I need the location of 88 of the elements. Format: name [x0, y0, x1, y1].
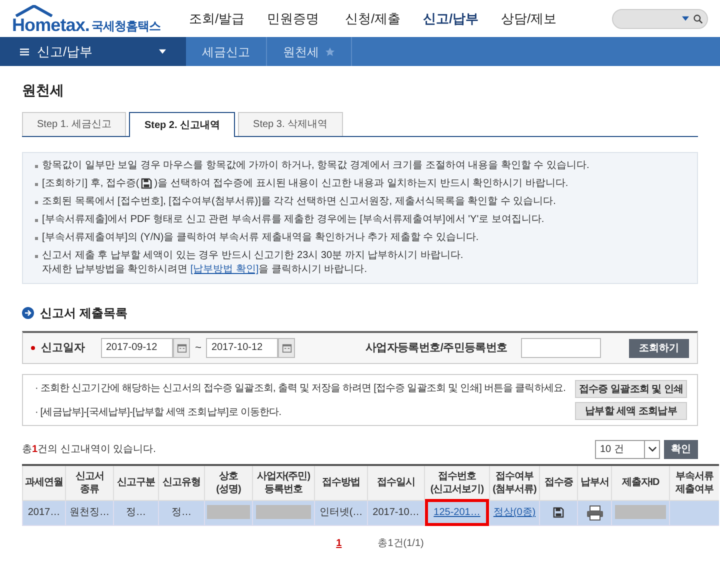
search-field[interactable]: [612, 8, 708, 28]
calendar-button[interactable]: [173, 338, 190, 358]
nav-link[interactable]: 상담/제보: [501, 8, 579, 28]
info-text: 조회된 목록에서 [접수번호], [접수여부(첨부서류)]를 각각 선택하면 신고서원장, 제출서식목록을 확인할 수 있습니다.: [42, 195, 556, 209]
chevron-icon: [648, 446, 656, 452]
info-text: )을 선택하여 접수증에 표시된 내용이 신고한 내용과 일치하는지 반드시 확인하시기 바랍니다.: [154, 177, 568, 191]
column-header: 접수증: [540, 465, 578, 500]
table-cell: 정…: [126, 507, 146, 518]
column-header: 신고서 종류: [66, 465, 114, 500]
logo-text: Hometax.: [12, 16, 90, 34]
page-link[interactable]: 1: [336, 536, 342, 550]
column-header: 접수번호 (신고서보기): [424, 465, 490, 500]
bullet-icon: [35, 255, 38, 258]
nav-link[interactable]: 신청/제출: [345, 8, 423, 28]
info-text: [부속서류제출]에서 PDF 형태로 신고 관련 부속서류를 제출한 경우에는 [부속서류제출여부]에서 'Y'로 보여집니다.: [42, 213, 544, 227]
tab[interactable]: Step 2. 신고내역: [129, 112, 236, 137]
link[interactable]: 125-201…: [428, 502, 486, 523]
column-header: 신고구분: [114, 465, 158, 500]
arrow-circle-icon: [22, 307, 34, 319]
column-header: 부속서류 제출여부: [670, 465, 718, 500]
info-text: 신고서 제출 후 납부할 세액이 있는 경우 반드시 신고기한 23시 30분 까지 납부하시기 바랍니다. 자세한 납부방법을 확인하시려면 [납부방법 확인]을 클릭하시기 바랍니다.: [42, 249, 464, 277]
action-button[interactable]: 납부할 세액 조회납부: [575, 402, 687, 420]
nav-link[interactable]: 조회/발급: [189, 8, 267, 28]
redacted-block: [614, 505, 666, 520]
search-button[interactable]: 조회하기: [629, 338, 689, 358]
page-size-value: 10 건: [600, 442, 624, 456]
menu-label: 신고/납부: [37, 42, 93, 61]
bullet-icon: [35, 237, 38, 240]
redacted-block: [256, 505, 311, 520]
breadcrumb-link[interactable]: 세금신고: [202, 42, 250, 60]
result-count: 총1건의 신고내역이 있습니다.: [22, 442, 156, 456]
search-icon: [693, 14, 703, 24]
table-cell: 정…: [172, 507, 192, 518]
date-field[interactable]: 2017-09-12: [101, 338, 173, 358]
printer-icon[interactable]: [586, 504, 604, 520]
column-header: 신고유형: [158, 465, 204, 500]
bullet-icon: [35, 165, 38, 168]
bullet-icon: [35, 201, 38, 204]
menu-dropdown[interactable]: 신고/납부: [0, 37, 186, 66]
range-separator: ~: [195, 340, 202, 356]
logo-subtitle: 국세청홈택스: [91, 20, 160, 32]
column-header: 제출자ID: [612, 465, 670, 500]
section-title: 신고서 제출목록: [40, 305, 128, 322]
calendar-icon: [282, 343, 292, 353]
table-row[interactable]: 2017… 원천징… 정… 정… 인터넷(… 2017-10… 125-201… 정상(0종): [22, 500, 718, 525]
page-size-select[interactable]: 10 건: [595, 440, 645, 458]
caret-icon: [682, 16, 689, 21]
caret-icon: [159, 49, 166, 54]
redacted-block: [207, 505, 250, 520]
table-cell: 2017-10…: [372, 507, 420, 518]
date-field[interactable]: 2017-10-12: [206, 338, 278, 358]
menu-icon: [20, 48, 29, 56]
dropdown-button[interactable]: [645, 440, 660, 458]
calendar-icon: [176, 343, 186, 353]
page-title: 원천세: [22, 81, 65, 100]
confirm-button[interactable]: 확인: [664, 440, 698, 458]
tab[interactable]: Step 1. 세금신고: [22, 112, 126, 136]
calendar-button[interactable]: [278, 338, 296, 358]
column-header: 납부서: [578, 465, 612, 500]
page-summary: 총1건(1/1): [378, 536, 424, 550]
bullet-icon: [35, 183, 38, 186]
notice-text: · [세금납부]-[국세납부]-[납부할 세액 조회납부]로 이동한다.: [35, 406, 282, 420]
date-label: 신고일자: [41, 340, 86, 356]
nav-link[interactable]: 민원증명: [267, 8, 345, 28]
column-header: 접수일시: [368, 465, 424, 500]
tab[interactable]: Step 3. 삭제내역: [238, 112, 343, 136]
column-header: 접수여부 (첨부서류): [490, 465, 540, 500]
table-cell: 2017…: [28, 507, 60, 518]
id-label: 사업자등록번호/주민등록번호: [365, 340, 508, 356]
nav-link[interactable]: 신고/납부: [423, 8, 501, 28]
column-header: 과세연월: [22, 465, 66, 500]
house-roof-icon: [14, 4, 54, 16]
column-header: 접수방법: [314, 465, 368, 500]
column-header: 상호 (성명): [204, 465, 252, 500]
link[interactable]: 정상(0종): [493, 505, 536, 520]
table-cell: 원천징…: [70, 507, 110, 518]
id-input-field[interactable]: [521, 338, 602, 358]
column-header: 사업자(주민) 등록번호: [252, 465, 314, 500]
bullet-icon: [35, 219, 38, 222]
star-icon: [325, 46, 335, 56]
notice-text: · 조회한 신고기간에 해당하는 신고서의 접수증 일괄조회, 출력 및 저장을 하려면 [접수증 일괄조회 및 인쇄] 버튼을 클릭하세요.: [35, 382, 566, 396]
info-text: [부속서류제출여부]의 (Y/N)을 클릭하여 부속서류 제출내역을 확인하거나 추가 제출할 수 있습니다.: [42, 231, 479, 245]
action-button[interactable]: 접수증 일괄조회 및 인쇄: [575, 380, 687, 398]
info-text: 항목값이 일부만 보일 경우 마우스를 항목값에 가까이 하거나, 항목값 경계에서 크기를 조절하여 내용을 확인할 수 있습니다.: [42, 159, 590, 173]
info-text: [조회하기] 후, 접수증(: [42, 177, 140, 191]
breadcrumb-link[interactable]: 원천세: [283, 42, 319, 60]
link[interactable]: [납부방법 확인]: [190, 264, 259, 275]
table-cell: 인터넷(…: [319, 507, 363, 518]
